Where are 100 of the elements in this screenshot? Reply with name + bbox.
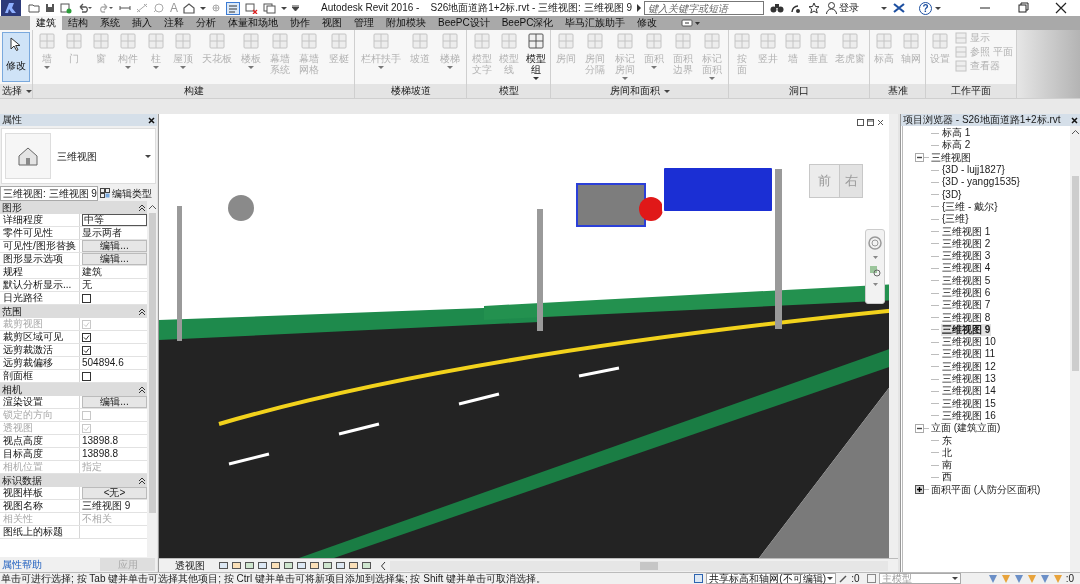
close-windows-icon[interactable] <box>245 2 258 14</box>
close-icon[interactable] <box>148 116 155 124</box>
chevron-left-icon[interactable] <box>381 561 386 570</box>
tree-item[interactable]: {3D - lujj1827} <box>941 164 1006 177</box>
thin-lines-icon[interactable] <box>226 1 240 15</box>
tool-icon[interactable] <box>526 32 545 50</box>
expand-arrow-icon[interactable] <box>635 4 642 12</box>
scrollbar[interactable] <box>889 114 898 558</box>
modify-button[interactable]: 修改 <box>2 32 30 82</box>
type-selector[interactable]: 三维视图 <box>1 128 156 184</box>
edit-button[interactable]: 编辑... <box>82 396 147 408</box>
tree-item[interactable]: 三维视图 16 <box>941 409 997 422</box>
maximize-icon[interactable] <box>867 119 874 126</box>
ribbon-tab[interactable]: 体量和场地 <box>222 16 284 30</box>
sync-icon[interactable] <box>60 2 72 14</box>
tree-item[interactable]: 北 <box>941 446 953 459</box>
edit-button[interactable]: 编辑... <box>82 253 147 265</box>
switch-windows-icon[interactable] <box>263 2 276 14</box>
tree-item[interactable]: 三维视图 5 <box>941 274 992 287</box>
panel-title-button[interactable]: 选择 <box>0 85 32 97</box>
ribbon-tab[interactable]: 视图 <box>316 16 348 30</box>
ribbon-tool-button[interactable]: 模型组 <box>524 32 547 80</box>
caret-icon[interactable] <box>934 6 941 10</box>
tree-item[interactable]: 三维视图 14 <box>941 385 997 398</box>
ribbon-tab[interactable]: BeePC深化 <box>495 16 560 30</box>
house-icon[interactable] <box>183 2 195 14</box>
tree-item[interactable]: 西 <box>941 471 953 484</box>
collapse-icon[interactable] <box>139 386 145 393</box>
caret-icon[interactable] <box>200 6 206 10</box>
workset-dropdown[interactable]: 共享标高和轴网(不可编辑) <box>706 573 837 584</box>
ribbon-tab[interactable]: 建筑 <box>30 16 62 30</box>
tree-item[interactable]: 三维视图 3 <box>941 250 992 263</box>
tree-item[interactable]: {三维 - 戴尔} <box>941 200 999 213</box>
caret-icon[interactable] <box>281 6 287 10</box>
tree-item[interactable]: {3D - yangg1535} <box>941 176 1021 189</box>
collapse-icon[interactable] <box>915 153 924 163</box>
property-field[interactable]: 中等 <box>82 214 147 226</box>
tree-item[interactable]: 标高 1 <box>941 127 972 140</box>
steering-wheel-icon[interactable] <box>868 236 882 250</box>
tree-item[interactable]: 三维视图 13 <box>941 373 997 386</box>
app-logo-icon[interactable] <box>0 0 22 16</box>
tree-item[interactable]: 三维视图 1 <box>941 225 992 238</box>
caret-icon[interactable] <box>880 6 887 10</box>
undo-icon[interactable] <box>77 3 93 13</box>
ribbon-tab[interactable]: 协作 <box>284 16 316 30</box>
tree-item[interactable]: 三维视图 11 <box>941 348 997 361</box>
redo-icon[interactable] <box>98 3 114 13</box>
restore-icon[interactable] <box>857 119 864 126</box>
measure-icon[interactable] <box>119 3 131 13</box>
ribbon-tab[interactable]: 注释 <box>158 16 190 30</box>
section-icon[interactable] <box>211 3 221 13</box>
tree-item[interactable]: 东 <box>941 434 953 447</box>
ribbon-tab[interactable]: 分析 <box>190 16 222 30</box>
tree-item[interactable]: 三维视图 12 <box>941 360 997 373</box>
star-icon[interactable] <box>807 2 820 14</box>
tree-item[interactable]: 标高 2 <box>941 139 972 152</box>
tree-item[interactable]: 三维视图 15 <box>941 397 997 410</box>
collapse-icon[interactable] <box>139 477 145 484</box>
ribbon-tab[interactable]: 附加模块 <box>380 16 432 30</box>
tree-item[interactable]: 三维视图 <box>931 151 971 164</box>
checkbox[interactable] <box>82 345 91 355</box>
panel-title-button[interactable]: 房间和面积 <box>551 85 728 97</box>
checkbox[interactable] <box>82 371 91 381</box>
tree-item[interactable]: 南 <box>941 459 953 472</box>
ribbon-tab[interactable]: 插入 <box>126 16 158 30</box>
checkbox[interactable] <box>82 293 91 303</box>
open-folder-icon[interactable] <box>28 3 40 13</box>
sign-in-link[interactable]: 登录 <box>838 1 859 15</box>
ribbon-tab[interactable]: 结构 <box>62 16 94 30</box>
zoom-icon[interactable] <box>869 265 881 277</box>
edit-type-button[interactable]: 编辑类型 <box>100 185 152 201</box>
chevron-up-icon[interactable] <box>148 205 156 209</box>
tree-item[interactable]: 三维视图 2 <box>941 237 992 250</box>
tree-item[interactable]: {3D} <box>941 188 963 201</box>
expand-icon[interactable] <box>915 485 924 495</box>
chevron-up-icon[interactable] <box>1071 130 1079 134</box>
collapse-icon[interactable] <box>139 204 145 211</box>
scrollbar[interactable] <box>1070 126 1080 572</box>
tree-item[interactable]: 立面 (建筑立面) <box>931 422 1001 435</box>
tree-item[interactable]: 三维视图 8 <box>941 311 992 324</box>
ribbon-tab[interactable]: BeePC设计 <box>432 16 496 30</box>
edit-button[interactable]: 编辑... <box>82 240 147 252</box>
tag-icon[interactable] <box>153 3 165 13</box>
tree-item[interactable]: 三维视图 9 <box>941 323 992 336</box>
help-link[interactable]: 属性帮助 <box>2 557 42 572</box>
binoculars-icon[interactable] <box>769 3 784 13</box>
panel-toggle-icon[interactable] <box>681 19 702 27</box>
edit-button[interactable]: <无> <box>82 487 147 499</box>
ribbon-tab[interactable]: 毕马汇族助手 <box>559 16 632 30</box>
ribbon-tab[interactable]: 管理 <box>348 16 380 30</box>
exchange-icon[interactable] <box>892 3 905 13</box>
tree-item[interactable]: 三维视图 6 <box>941 287 992 299</box>
tree-item[interactable]: 三维视图 10 <box>941 336 997 349</box>
tree-item[interactable]: {三维} <box>941 213 970 226</box>
dimension-icon[interactable] <box>136 3 148 13</box>
caret-icon[interactable] <box>532 77 539 80</box>
tree-item[interactable]: 三维视图 4 <box>941 262 992 275</box>
collapse-icon[interactable] <box>915 423 924 433</box>
ribbon-tab[interactable]: 系统 <box>94 16 126 30</box>
ribbon-tab[interactable]: 修改 <box>631 16 664 30</box>
